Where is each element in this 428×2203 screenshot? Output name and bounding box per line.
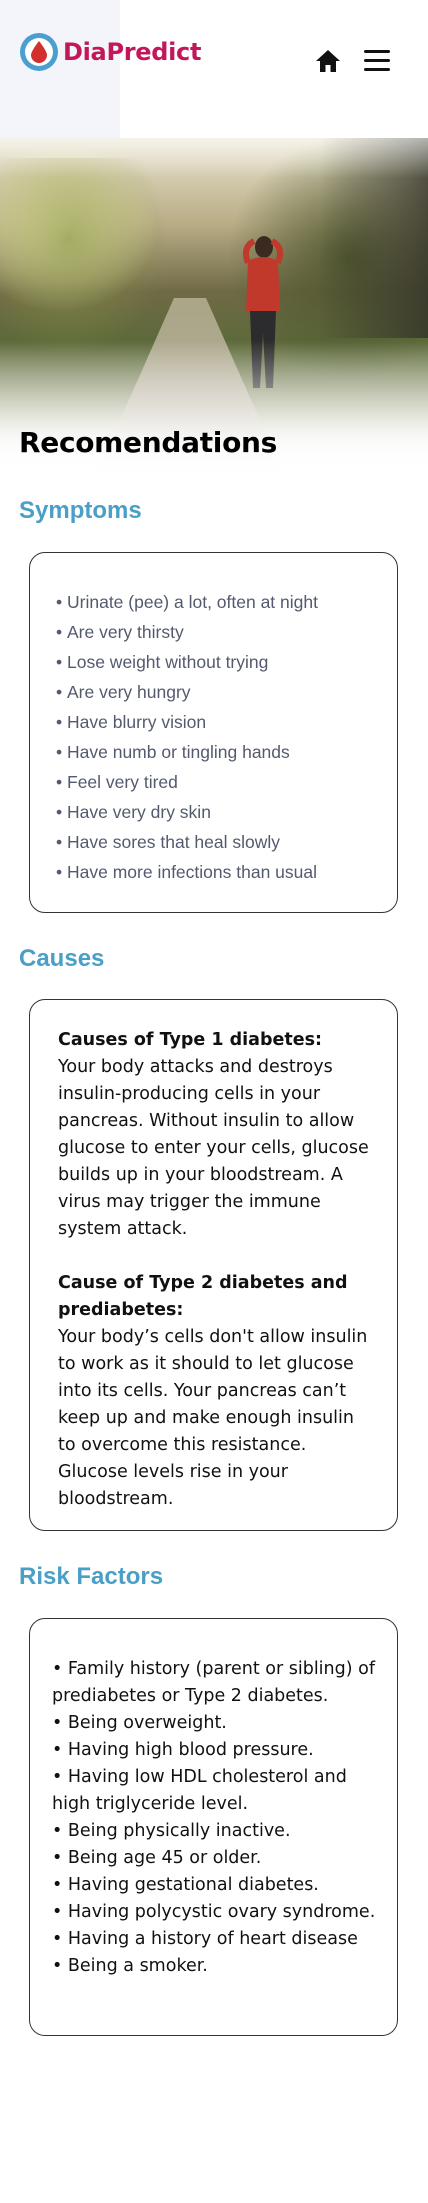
- risk-factor-item: • Being a smoker.: [52, 1956, 208, 1976]
- page-title: Recomendations: [19, 426, 278, 459]
- type2-heading: Cause of Type 2 diabetes and prediabetes…: [58, 1273, 348, 1320]
- type2-description: Your body’s cells don't allow insulin to…: [58, 1327, 368, 1509]
- symptom-item: • Urinate (pee) a lot, often at night: [56, 587, 397, 617]
- bullet-icon: •: [56, 592, 63, 612]
- risk-factor-item: • Being overweight.: [52, 1713, 227, 1733]
- risk-factor-item: • Having polycystic ovary syndrome.: [52, 1902, 376, 1922]
- symptom-item: • Have sores that heal slowly: [56, 827, 397, 857]
- symptom-text: Are very hungry: [67, 682, 191, 702]
- menu-line: [364, 68, 390, 71]
- bullet-icon: •: [56, 832, 63, 852]
- blood-drop-icon: [20, 33, 58, 71]
- type1-heading: Causes of Type 1 diabetes:: [58, 1030, 323, 1050]
- symptom-item: • Feel very tired: [56, 767, 397, 797]
- symptom-text: Have numb or tingling hands: [67, 742, 290, 762]
- type1-description: Your body attacks and destroys insulin-p…: [58, 1057, 369, 1239]
- risk-factors-card: • Family history (parent or sibling) of …: [29, 1618, 398, 2036]
- bullet-icon: •: [56, 682, 63, 702]
- hamburger-menu-button[interactable]: [364, 50, 390, 74]
- bullet-icon: •: [56, 652, 63, 672]
- bullet-icon: •: [56, 772, 63, 792]
- app-logo[interactable]: DiaPredict: [20, 33, 201, 71]
- bullet-icon: •: [56, 622, 63, 642]
- risk-factor-item: • Family history (parent or sibling) of …: [52, 1659, 375, 1706]
- symptom-item: • Have more infections than usual: [56, 857, 397, 887]
- risk-factor-item: • Having high blood pressure.: [52, 1740, 314, 1760]
- symptom-text: Have sores that heal slowly: [67, 832, 281, 852]
- risk-factor-item: • Having gestational diabetes.: [52, 1875, 319, 1895]
- bullet-icon: •: [56, 712, 63, 732]
- bullet-icon: •: [56, 802, 63, 822]
- symptom-text: Are very thirsty: [67, 622, 184, 642]
- bullet-icon: •: [56, 742, 63, 762]
- symptom-text: Have very dry skin: [67, 802, 211, 822]
- risk-factor-item: • Being physically inactive.: [52, 1821, 291, 1841]
- causes-heading: Causes: [19, 945, 105, 972]
- home-button[interactable]: [314, 47, 342, 75]
- app-header: DiaPredict: [0, 0, 428, 138]
- symptom-text: Urinate (pee) a lot, often at night: [67, 592, 318, 612]
- symptom-item: • Are very thirsty: [56, 617, 397, 647]
- symptom-item: • Are very hungry: [56, 677, 397, 707]
- symptom-text: Lose weight without trying: [67, 652, 269, 672]
- symptoms-card: • Urinate (pee) a lot, often at night • Are…: [29, 552, 398, 913]
- causes-card: Causes of Type 1 diabetes: Your body att…: [29, 999, 398, 1531]
- symptoms-heading: Symptoms: [19, 497, 142, 524]
- causes-text: Causes of Type 1 diabetes: Your body att…: [30, 1000, 397, 1513]
- app-name: DiaPredict: [63, 38, 202, 66]
- symptom-text: Feel very tired: [67, 772, 178, 792]
- menu-line: [364, 50, 390, 53]
- symptom-item: • Have blurry vision: [56, 707, 397, 737]
- symptom-item: • Lose weight without trying: [56, 647, 397, 677]
- risk-factor-item: • Having a history of heart disease: [52, 1929, 358, 1949]
- symptom-text: Have more infections than usual: [67, 862, 317, 882]
- symptom-item: • Have very dry skin: [56, 797, 397, 827]
- bullet-icon: •: [56, 862, 63, 882]
- symptoms-list: • Urinate (pee) a lot, often at night • Are…: [30, 553, 397, 887]
- risk-factors-heading: Risk Factors: [19, 1563, 164, 1590]
- risk-factor-item: • Having low HDL cholesterol and high tr…: [52, 1767, 347, 1814]
- menu-line: [364, 59, 390, 62]
- symptom-item: • Have numb or tingling hands: [56, 737, 397, 767]
- symptom-text: Have blurry vision: [67, 712, 207, 732]
- home-icon: [316, 50, 340, 72]
- risk-factor-item: • Being age 45 or older.: [52, 1848, 262, 1868]
- risk-factors-list: • Family history (parent or sibling) of …: [30, 1619, 397, 1980]
